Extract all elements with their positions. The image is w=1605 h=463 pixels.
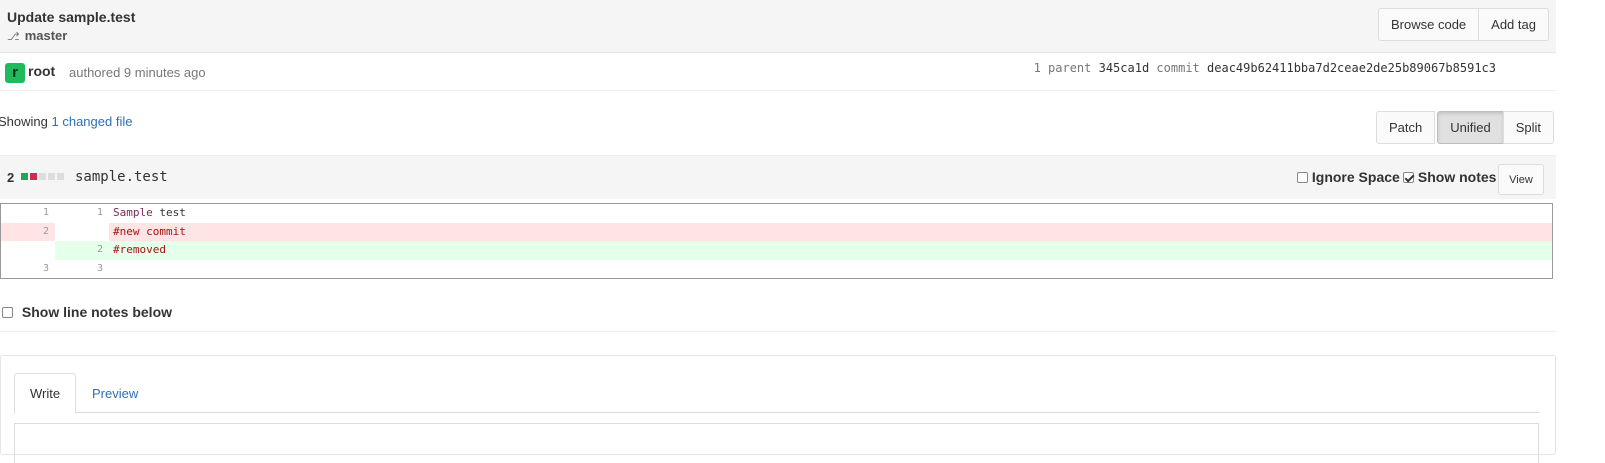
unified-button[interactable]: Unified xyxy=(1437,111,1504,144)
comment-textarea[interactable] xyxy=(14,423,1539,463)
commit-header: Update sample.test ⎇ master Browse code A… xyxy=(0,0,1556,53)
tab-write[interactable]: Write xyxy=(14,373,77,414)
old-line-number[interactable]: 3 xyxy=(1,260,55,279)
avatar[interactable]: r xyxy=(5,63,25,83)
branch-name: master xyxy=(24,28,68,43)
diff-stat-bar xyxy=(21,173,64,180)
diff-row-removed: 2 #new commit xyxy=(1,222,1552,242)
code-token: test xyxy=(152,206,186,219)
split-button[interactable]: Split xyxy=(1502,111,1555,144)
ignore-space-checkbox[interactable] xyxy=(1297,172,1308,183)
file-name[interactable]: sample.test xyxy=(75,169,168,185)
parent-sha[interactable]: 345ca1d xyxy=(1099,61,1150,75)
changed-files-link[interactable]: 1 changed file xyxy=(52,114,133,129)
diff-line-code xyxy=(109,260,113,279)
author-name[interactable]: root xyxy=(28,63,55,79)
diff-row-added: 2 #removed xyxy=(1,241,1552,260)
diff-row: 3 3 xyxy=(1,260,1552,279)
comment-tabs: Write Preview xyxy=(14,373,1539,414)
line-notes-option: Show line notes below xyxy=(2,304,172,320)
diff-line-code: #new commit xyxy=(113,224,186,238)
show-line-notes-checkbox[interactable] xyxy=(2,307,13,318)
diff-stat-block xyxy=(57,173,64,180)
diff-table: 1 1 Sample test 2 #new commit 2 #removed… xyxy=(0,203,1553,279)
patch-button[interactable]: Patch xyxy=(1376,111,1436,144)
new-line-number[interactable]: 2 xyxy=(55,241,109,260)
old-line-number[interactable]: 2 xyxy=(1,223,55,242)
authored-time: authored 9 minutes ago xyxy=(69,65,206,80)
new-line-number[interactable]: 3 xyxy=(55,260,109,279)
commit-label: commit xyxy=(1156,61,1200,75)
diff-line-code: #removed xyxy=(113,243,166,256)
old-line-number[interactable]: 1 xyxy=(1,204,55,223)
comment-form: Write Preview xyxy=(0,355,1556,463)
view-file-button[interactable]: View xyxy=(1498,164,1544,195)
diff-stat-block xyxy=(39,173,46,180)
show-notes-label: Show notes xyxy=(1417,169,1497,185)
diff-stat-block xyxy=(48,173,55,180)
parent-label: 1 parent xyxy=(1033,61,1092,75)
ignore-space-option: Ignore Space xyxy=(1297,169,1400,185)
show-notes-checkbox[interactable] xyxy=(1403,172,1414,183)
show-line-notes-label: Show line notes below xyxy=(21,304,173,320)
diff-row: 1 1 Sample test xyxy=(1,204,1552,223)
branch-icon: ⎇ xyxy=(7,31,20,43)
summary-prefix: Showing xyxy=(0,114,48,129)
ignore-space-label: Ignore Space xyxy=(1311,169,1400,185)
divider xyxy=(0,331,1556,332)
browse-code-button[interactable]: Browse code xyxy=(1378,8,1480,41)
changed-files-summary: Showing 1 changed file xyxy=(0,114,132,129)
add-tag-button[interactable]: Add tag xyxy=(1478,8,1549,41)
tab-preview[interactable]: Preview xyxy=(77,373,153,414)
commit-meta: 1 parent 345ca1d commit deac49b62411bba7… xyxy=(1034,61,1496,75)
view-mode-toggle: Patch Unified Split xyxy=(1376,111,1555,144)
diff-stat-block xyxy=(30,173,37,180)
file-change-count: 2 xyxy=(7,170,15,185)
code-token: Sample xyxy=(113,206,153,219)
diff-line-code: Sample test xyxy=(109,204,186,223)
diff-stat-block xyxy=(21,173,28,180)
commit-title: Update sample.test xyxy=(7,9,136,25)
file-header: 2 sample.test Ignore Space Show notes xyxy=(0,155,1556,199)
old-line-number[interactable] xyxy=(1,241,55,260)
branch-label: ⎇ master xyxy=(7,28,67,43)
commit-sha: deac49b62411bba7d2ceae2de25b89067b8591c3 xyxy=(1207,61,1496,75)
commit-actions: Browse code Add tag xyxy=(1378,8,1549,41)
new-line-number[interactable] xyxy=(55,222,109,241)
show-notes-option: Show notes xyxy=(1403,169,1496,185)
author-row: r root authored 9 minutes ago 1 parent 3… xyxy=(0,54,1556,91)
new-line-number[interactable]: 1 xyxy=(55,204,109,223)
